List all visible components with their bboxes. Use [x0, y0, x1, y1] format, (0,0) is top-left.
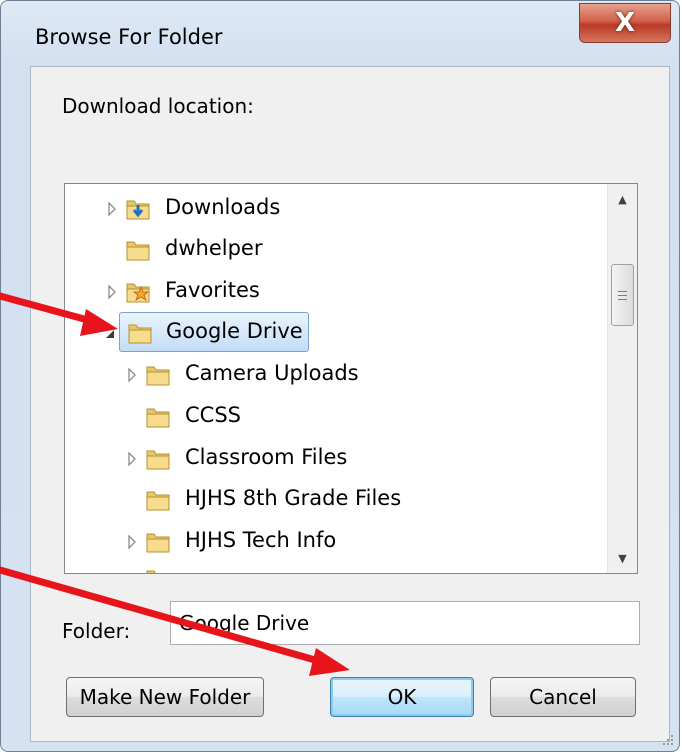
tree-item-google-drive[interactable]: Google Drive [65, 312, 605, 352]
tree-item-hjhs-tech-info[interactable]: HJHS Tech Info [65, 524, 605, 560]
tree-item-label: Favorites [165, 278, 260, 302]
tree-item-label: CCSS [185, 403, 241, 427]
cancel-button[interactable]: Cancel [490, 677, 636, 717]
folder-icon [145, 529, 171, 555]
tree-item-dwhelper[interactable]: dwhelper [65, 232, 605, 268]
tree-item-ccss[interactable]: CCSS [65, 399, 605, 435]
window-title: Browse For Folder [35, 25, 223, 49]
tree-item-label: Google Drive [166, 319, 303, 343]
grip-icon [618, 290, 627, 300]
ok-button[interactable]: OK [330, 677, 474, 717]
folder-icon [145, 362, 171, 388]
scroll-thumb[interactable] [611, 264, 634, 326]
make-new-folder-button[interactable]: Make New Folder [66, 677, 264, 717]
tree-item-label: HJHS 8th Grade Files [185, 486, 402, 510]
tree-item-label: Downloads [165, 195, 281, 219]
tree-item-camera-uploads[interactable]: Camera Uploads [65, 357, 605, 393]
resize-grip-icon[interactable] [660, 732, 674, 746]
tree-item-classroom-files[interactable]: Classroom Files [65, 441, 605, 477]
folder-name-input[interactable] [170, 601, 640, 645]
instruction-text: Download location: [62, 94, 254, 118]
downloads-folder-icon [125, 196, 151, 222]
tree-item-label: Classroom Files [185, 445, 348, 469]
expand-arrow-icon[interactable] [125, 366, 139, 384]
folder-icon [145, 404, 171, 430]
scroll-up-arrow-icon[interactable]: ▲ [608, 184, 637, 214]
tree-item-favorites[interactable]: Favorites [65, 274, 605, 310]
favorites-folder-icon [125, 279, 151, 305]
tree-item-label: dwhelper [165, 236, 263, 260]
tree-item-label: Camera Uploads [185, 361, 359, 385]
expand-arrow-icon[interactable] [105, 283, 119, 301]
tree-vertical-scrollbar[interactable]: ▲ ▼ [607, 184, 637, 573]
tree-item-hjhs-8th-grade-files[interactable]: HJHS 8th Grade Files [65, 482, 605, 518]
folder-field-label: Folder: [62, 619, 131, 643]
expand-arrow-icon[interactable] [125, 450, 139, 468]
tree-item-label: HJHS Tech Info [185, 528, 337, 552]
scroll-down-arrow-icon[interactable]: ▼ [608, 543, 637, 573]
folder-icon [145, 446, 171, 472]
expand-arrow-icon[interactable] [125, 533, 139, 551]
folder-tree[interactable]: Downloads dwhelper Favorites Google Driv… [64, 183, 638, 574]
expand-arrow-icon[interactable] [105, 200, 119, 218]
close-button[interactable]: X [579, 3, 671, 43]
collapse-arrow-icon[interactable] [103, 325, 117, 343]
folder-icon [145, 566, 171, 573]
close-icon: X [614, 8, 636, 38]
folder-icon [125, 237, 151, 263]
folder-icon [127, 320, 153, 346]
folder-icon [145, 487, 171, 513]
tree-item-downloads[interactable]: Downloads [65, 191, 605, 227]
